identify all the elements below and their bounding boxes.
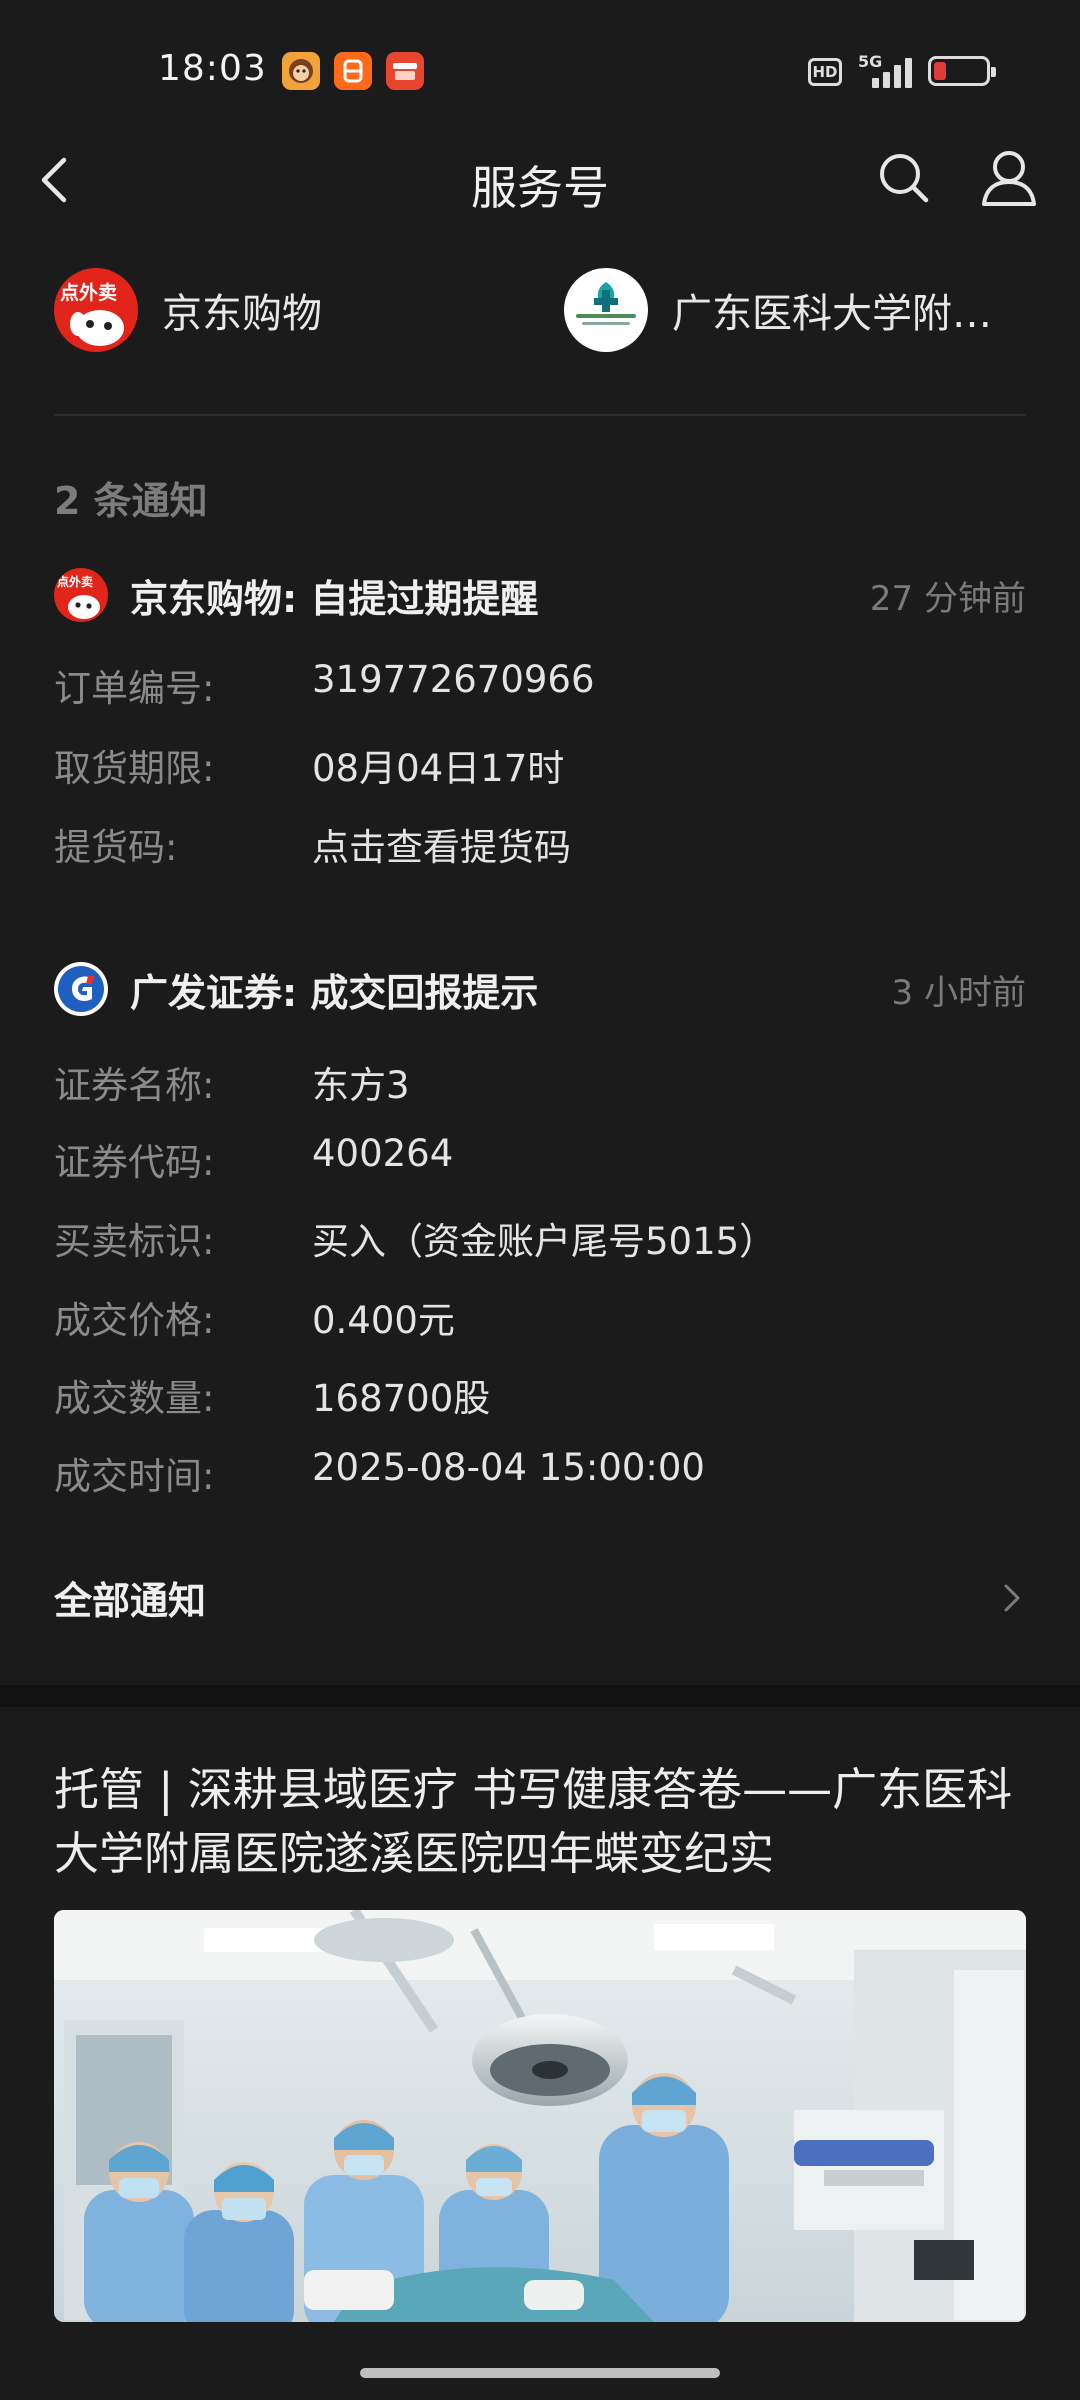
all-notifications-label: 全部通知	[54, 1579, 207, 1623]
red-app-icon	[386, 52, 424, 90]
gf-securities-avatar	[54, 962, 108, 1016]
orange-app-icon	[334, 52, 372, 90]
field-value: 319772670966	[312, 658, 595, 701]
monkey-app-icon	[282, 52, 320, 90]
person-icon	[982, 151, 1036, 206]
home-indicator[interactable]	[360, 2368, 720, 2378]
field-label: 证券名称:	[54, 1064, 215, 1107]
pickup-code-link[interactable]: 点击查看提货码	[312, 817, 571, 871]
field-value: 168700股	[312, 1377, 491, 1420]
field-row: 买卖标识: 买入（资金账户尾号5015）	[54, 1211, 1026, 1263]
field-value: 买入（资金账户尾号5015）	[312, 1220, 777, 1263]
notification-time: 3 小时前	[891, 972, 1026, 1013]
article-cover-image	[54, 1910, 1026, 2322]
service-accounts-screen: 18:03 HD 5G 服务号 点外卖 京东购物 广东医科大学附… 2 条通知 …	[0, 0, 1080, 2400]
field-value: 东方3	[312, 1064, 410, 1107]
notification-title: 广发证券: 成交回报提示	[130, 970, 539, 1015]
account-item-jd[interactable]: 点外卖 京东购物	[54, 268, 524, 352]
battery-level	[934, 62, 946, 80]
signal-icon	[872, 56, 916, 88]
chevron-right-icon	[1004, 1584, 1020, 1612]
field-row: 证券代码: 400264	[54, 1132, 1026, 1184]
field-label: 提货码:	[54, 826, 178, 869]
field-value: 0.400元	[312, 1299, 455, 1342]
battery-icon	[928, 56, 996, 86]
account-name: 京东购物	[162, 291, 322, 337]
article-title: 托管 | 深耕县域医疗 书写健康答卷——广东医科大学附属医院遂溪医院四年蝶变纪实	[54, 1763, 1013, 1880]
status-bar: 18:03 HD 5G	[0, 0, 1080, 140]
profile-button[interactable]	[980, 148, 1038, 208]
jd-avatar-text: 点外卖	[60, 282, 118, 304]
search-button[interactable]	[876, 150, 932, 206]
field-value: 08月04日17时	[312, 747, 565, 790]
field-row: 证券名称: 东方3	[54, 1055, 1026, 1107]
hd-icon: HD	[808, 58, 842, 86]
notification-title: 京东购物: 自提过期提醒	[130, 576, 539, 621]
field-row: 提货码: 点击查看提货码	[54, 817, 1026, 869]
divider	[54, 414, 1026, 416]
field-label: 订单编号:	[54, 667, 215, 710]
hospital-avatar	[564, 268, 648, 352]
jd-avatar-text: 点外卖	[57, 575, 94, 589]
field-label: 证券代码:	[54, 1141, 215, 1184]
field-label: 成交价格:	[54, 1299, 215, 1342]
notification-count: 2 条通知	[54, 479, 208, 523]
field-row: 成交价格: 0.400元	[54, 1290, 1026, 1342]
section-separator	[0, 1685, 1080, 1707]
field-label: 成交时间:	[54, 1455, 215, 1498]
jd-avatar: 点外卖	[54, 268, 138, 352]
field-label: 成交数量:	[54, 1377, 215, 1420]
search-icon	[880, 154, 929, 203]
field-label: 取货期限:	[54, 747, 215, 790]
field-row: 取货期限: 08月04日17时	[54, 738, 1026, 790]
field-value: 400264	[312, 1132, 454, 1175]
field-row: 成交时间: 2025-08-04 15:00:00	[54, 1446, 1026, 1498]
field-value: 2025-08-04 15:00:00	[312, 1446, 705, 1489]
account-name: 广东医科大学附…	[672, 291, 992, 337]
notification-time: 27 分钟前	[869, 578, 1026, 619]
account-item-hospital[interactable]: 广东医科大学附…	[564, 268, 1026, 352]
field-label: 买卖标识:	[54, 1220, 215, 1263]
field-row: 订单编号: 319772670966	[54, 658, 1026, 710]
jd-avatar: 点外卖	[54, 568, 108, 622]
status-time: 18:03	[158, 48, 267, 89]
field-row: 成交数量: 168700股	[54, 1368, 1026, 1420]
